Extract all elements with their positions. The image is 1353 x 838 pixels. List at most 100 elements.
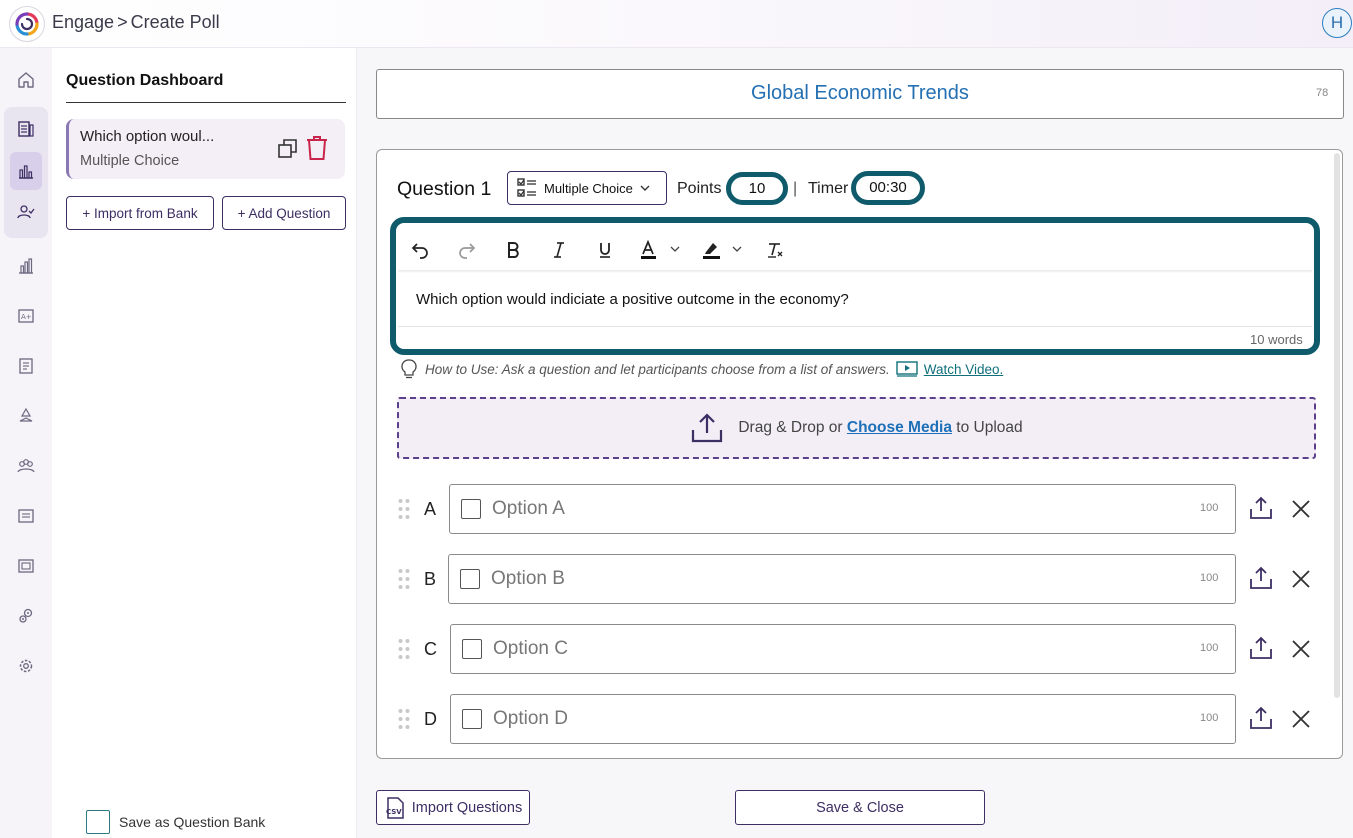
engage-logo-icon xyxy=(15,12,39,36)
chevron-down-icon xyxy=(640,185,650,191)
remove-option-icon[interactable] xyxy=(1290,708,1312,730)
undo-icon[interactable] xyxy=(407,237,433,263)
settings-icon[interactable] xyxy=(16,656,36,676)
question-card-type: Multiple Choice xyxy=(80,153,180,169)
report-icon[interactable] xyxy=(16,256,36,276)
poll-icon[interactable] xyxy=(16,161,36,181)
upload-icon xyxy=(692,413,723,443)
question-type-value: Multiple Choice xyxy=(544,180,633,196)
bold-icon[interactable] xyxy=(500,237,526,263)
drag-handle-icon[interactable] xyxy=(397,708,411,730)
csv-file-icon: CSV xyxy=(386,796,404,819)
home-icon[interactable] xyxy=(16,70,36,90)
text-color-icon[interactable] xyxy=(638,237,684,263)
toolbar-shadow xyxy=(398,270,1312,273)
checklist-icon xyxy=(517,178,536,197)
timer-label: Timer xyxy=(808,180,849,197)
option-letter: B xyxy=(424,569,437,589)
option-placeholder: Option C xyxy=(493,638,568,659)
poll-title-text: Global Economic Trends xyxy=(751,82,969,104)
drag-handle-icon[interactable] xyxy=(397,568,411,590)
italic-icon[interactable] xyxy=(546,237,572,263)
option-input[interactable] xyxy=(448,554,1236,604)
option-upload-icon[interactable] xyxy=(1249,636,1273,660)
highlight-color-icon[interactable] xyxy=(700,237,746,263)
word-count: 10 words xyxy=(1250,332,1303,347)
clear-formatting-icon[interactable] xyxy=(762,237,788,263)
points-timer-separator: | xyxy=(793,180,798,197)
breadcrumb: Engage > Create Poll xyxy=(52,12,220,33)
watch-video-label[interactable]: Watch Video. xyxy=(924,362,1004,377)
breadcrumb-engage[interactable]: Engage xyxy=(52,12,114,33)
media-dropzone[interactable]: Drag & Drop or Choose Media to Upload xyxy=(397,397,1316,459)
correct-answer-checkbox[interactable] xyxy=(461,499,481,519)
poll-title-char-count: 78 xyxy=(1316,87,1329,99)
svg-text:A+: A+ xyxy=(21,313,32,321)
option-upload-icon[interactable] xyxy=(1249,706,1273,730)
option-letter: A xyxy=(424,499,437,519)
import-from-bank-button[interactable]: + Import from Bank xyxy=(66,196,214,230)
option-letter: D xyxy=(424,709,437,729)
breadcrumb-current-page: Create Poll xyxy=(130,12,220,32)
points-label: Points xyxy=(677,180,722,197)
save-close-button[interactable]: Save & Close xyxy=(735,790,985,825)
option-placeholder: Option A xyxy=(492,498,565,519)
remove-option-icon[interactable] xyxy=(1290,568,1312,590)
option-upload-icon[interactable] xyxy=(1249,566,1273,590)
correct-answer-checkbox[interactable] xyxy=(460,569,480,589)
app-logo[interactable] xyxy=(9,6,45,42)
remove-option-icon[interactable] xyxy=(1290,638,1312,660)
save-as-bank-checkbox[interactable] xyxy=(86,810,110,834)
document-icon[interactable] xyxy=(16,356,36,376)
question-type-select[interactable]: Multiple Choice xyxy=(507,171,667,205)
breadcrumb-separator: > xyxy=(117,12,128,32)
points-input[interactable]: 10 xyxy=(726,172,788,205)
lightbulb-icon xyxy=(401,359,417,379)
option-upload-icon[interactable] xyxy=(1249,496,1273,520)
survey-icon[interactable] xyxy=(16,202,36,222)
gallery-icon[interactable] xyxy=(16,556,36,576)
question-text-editor[interactable] xyxy=(390,217,1320,355)
dashboard-divider xyxy=(66,102,346,103)
correct-answer-checkbox[interactable] xyxy=(462,709,482,729)
team-icon[interactable] xyxy=(16,456,36,476)
delete-icon[interactable] xyxy=(305,135,329,161)
correct-answer-checkbox[interactable] xyxy=(462,639,482,659)
drag-handle-icon[interactable] xyxy=(397,498,411,520)
dropzone-suffix: to Upload xyxy=(956,419,1023,436)
underline-icon[interactable] xyxy=(592,237,618,263)
save-as-question-bank[interactable]: Save as Question Bank xyxy=(86,810,265,834)
editor-footer-divider xyxy=(398,326,1312,327)
dashboard-title: Question Dashboard xyxy=(66,72,224,89)
option-letter: C xyxy=(424,639,437,659)
quiz-icon[interactable] xyxy=(16,119,36,139)
remove-option-icon[interactable] xyxy=(1290,498,1312,520)
option-input[interactable] xyxy=(449,484,1236,534)
integrations-icon[interactable] xyxy=(16,606,36,626)
import-questions-label: Import Questions xyxy=(411,799,523,816)
duplicate-icon[interactable] xyxy=(277,138,299,160)
question-text[interactable]: Which option would indiciate a positive … xyxy=(416,291,849,308)
panel-scrollbar[interactable] xyxy=(1334,153,1340,698)
drag-handle-icon[interactable] xyxy=(397,638,411,660)
add-question-button[interactable]: + Add Question xyxy=(222,196,346,230)
how-to-use-hint: How to Use: Ask a question and let parti… xyxy=(399,358,1003,380)
choose-media-link[interactable]: Choose Media xyxy=(847,419,952,436)
watch-video-link[interactable]: Watch Video. xyxy=(896,361,1004,377)
list-icon[interactable] xyxy=(16,506,36,526)
user-avatar[interactable]: H xyxy=(1322,8,1352,38)
recycle-icon[interactable] xyxy=(16,406,36,426)
option-char-count: 100 xyxy=(1200,712,1219,724)
redo-icon[interactable] xyxy=(454,237,480,263)
timer-input[interactable]: 00:30 xyxy=(851,171,925,205)
csv-icon-label: CSV xyxy=(386,808,402,816)
question-card-title: Which option woul... xyxy=(80,128,215,145)
grade-icon[interactable]: A+ xyxy=(16,306,36,326)
save-as-bank-label: Save as Question Bank xyxy=(119,814,266,830)
how-to-use-text: How to Use: Ask a question and let parti… xyxy=(425,361,890,377)
option-char-count: 100 xyxy=(1200,642,1219,654)
option-placeholder: Option B xyxy=(491,568,565,589)
import-questions-button[interactable]: CSV Import Questions xyxy=(376,790,530,825)
option-char-count: 100 xyxy=(1200,502,1219,514)
video-play-icon xyxy=(896,361,918,377)
